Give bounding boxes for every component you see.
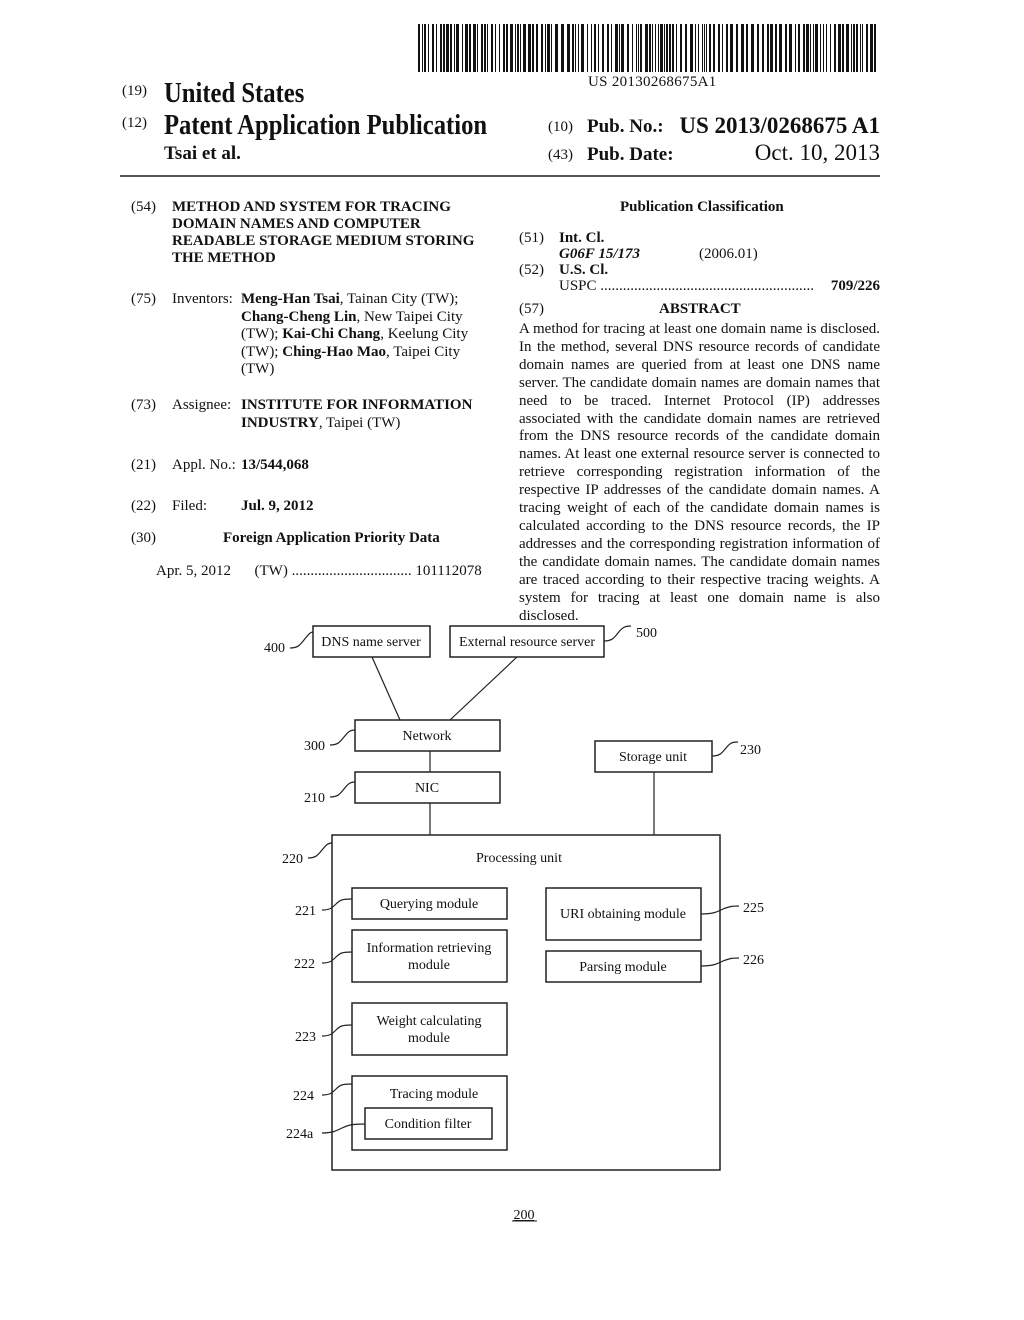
processing-unit-label: Processing unit	[476, 851, 562, 866]
ref-210: 210	[304, 791, 325, 806]
network-label: Network	[403, 729, 452, 744]
external-resource-server-label: External resource server	[459, 635, 595, 650]
ref-222: 222	[294, 957, 315, 972]
weight-calculating-module-box: Weight calculating module	[351, 1002, 508, 1056]
network-box: Network	[354, 719, 501, 752]
dns-name-server-label: DNS name server	[321, 635, 421, 650]
uri-obtaining-module-label: URI obtaining module	[560, 907, 686, 922]
ref-224: 224	[293, 1089, 314, 1104]
condition-filter-box: Condition filter	[364, 1107, 493, 1140]
ref-223: 223	[295, 1030, 316, 1045]
connector-external-network	[449, 656, 518, 721]
information-retrieving-module-box: Information retrieving module	[351, 929, 508, 983]
leader-400	[289, 631, 314, 649]
ref-225: 225	[743, 901, 764, 916]
leader-210	[329, 781, 356, 798]
external-resource-server-box: External resource server	[449, 625, 605, 658]
information-retrieving-label-2: module	[408, 958, 450, 973]
condition-filter-label: Condition filter	[385, 1117, 472, 1132]
connector-dns-network	[371, 656, 401, 721]
storage-unit-box: Storage unit	[594, 740, 713, 773]
ref-400: 400	[264, 641, 285, 656]
nic-box: NIC	[354, 771, 501, 804]
weight-calculating-label-2: module	[408, 1031, 450, 1046]
weight-calculating-label-1: Weight calculating	[377, 1014, 482, 1029]
dns-name-server-box: DNS name server	[312, 625, 431, 658]
information-retrieving-label-1: Information retrieving	[367, 941, 492, 956]
ref-226: 226	[743, 953, 764, 968]
querying-module-label: Querying module	[380, 897, 478, 912]
parsing-module-label: Parsing module	[579, 960, 667, 975]
uri-obtaining-module-box: URI obtaining module	[545, 887, 702, 941]
ref-500: 500	[636, 626, 657, 641]
storage-unit-label: Storage unit	[619, 750, 687, 765]
leader-300	[329, 729, 356, 746]
leader-230	[711, 741, 739, 757]
block-diagram: DNS name server External resource server…	[264, 625, 764, 1223]
leader-220	[307, 842, 333, 859]
ref-230: 230	[740, 743, 761, 758]
querying-module-box: Querying module	[351, 887, 508, 920]
ref-224a: 224a	[286, 1127, 314, 1142]
ref-300: 300	[304, 739, 325, 754]
leader-500	[603, 625, 632, 642]
ref-221: 221	[295, 904, 316, 919]
tracing-module-label: Tracing module	[390, 1087, 479, 1102]
ref-220: 220	[282, 852, 303, 867]
parsing-module-box: Parsing module	[545, 950, 702, 983]
nic-label: NIC	[415, 781, 439, 796]
